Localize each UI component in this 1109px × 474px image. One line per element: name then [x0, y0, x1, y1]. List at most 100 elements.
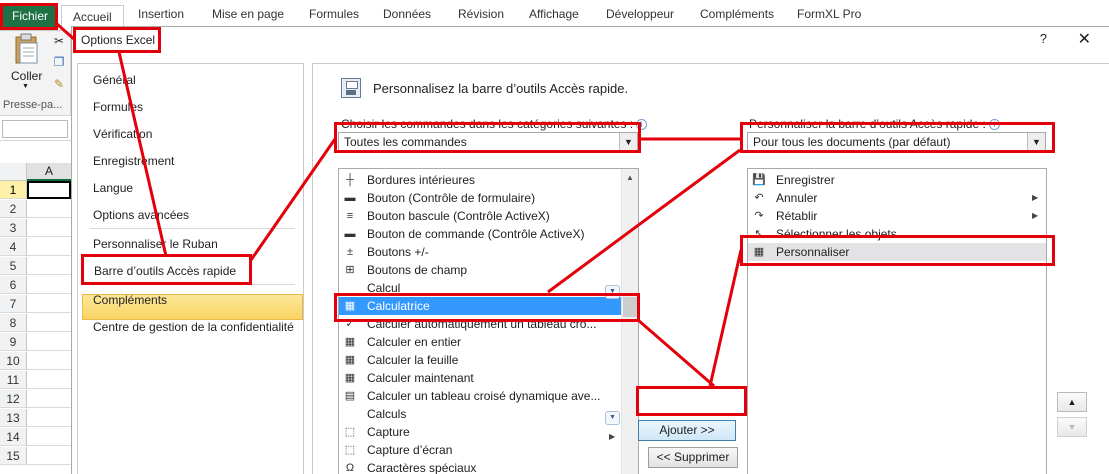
commands-list[interactable]: ┼ Bordures intérieures ▬ Bouton (Contrôle d…	[338, 168, 639, 474]
command-item[interactable]: ⊞ Boutons de champ	[339, 261, 623, 279]
command-item[interactable]: ≡ Bouton bascule (Contrôle ActiveX)	[339, 207, 623, 225]
command-item[interactable]: ⬚ Capture	[339, 423, 623, 441]
row-header[interactable]: 14	[0, 428, 27, 446]
column-header-a[interactable]: A	[27, 163, 71, 181]
command-item[interactable]: ▦ Calculer la feuille	[339, 351, 623, 369]
remove-button[interactable]: << Supprimer	[648, 447, 738, 468]
format-painter-icon[interactable]: ✎	[51, 77, 67, 91]
command-item[interactable]: Calcul	[339, 279, 623, 297]
row-header[interactable]: 2	[0, 200, 27, 218]
tab-developpeur[interactable]: Développeur	[606, 7, 674, 21]
close-icon[interactable]: ✕	[1078, 29, 1091, 49]
tab-mise-en-page[interactable]: Mise en page	[212, 7, 284, 21]
expand-group-icon[interactable]: ▼	[605, 411, 620, 425]
nav-item-langue[interactable]: Langue	[93, 181, 133, 195]
scroll-thumb[interactable]	[623, 297, 637, 317]
chevron-down-icon[interactable]: ▼	[1027, 133, 1045, 152]
tab-revision[interactable]: Révision	[458, 7, 504, 21]
cell[interactable]	[27, 447, 71, 465]
command-item[interactable]: ▦ Calculatrice	[339, 297, 623, 315]
command-item[interactable]: ┼ Bordures intérieures	[339, 171, 623, 189]
paste-button[interactable]: Coller	[11, 69, 42, 83]
nav-item-options-avancees[interactable]: Options avancées	[93, 208, 189, 222]
qat-item[interactable]: ▦ Personnaliser	[748, 243, 1046, 261]
command-item[interactable]: ▦ Calculer maintenant	[339, 369, 623, 387]
cell[interactable]	[27, 409, 71, 427]
tab-donnees[interactable]: Données	[383, 7, 431, 21]
command-item[interactable]: ▬ Bouton de commande (Contrôle ActiveX)	[339, 225, 623, 243]
cell[interactable]	[27, 314, 71, 332]
row-header[interactable]: 6	[0, 276, 27, 294]
nav-item-general[interactable]: Général	[93, 73, 136, 87]
row-header[interactable]: 4	[0, 238, 27, 256]
row-header[interactable]: 8	[0, 314, 27, 332]
row-header[interactable]: 5	[0, 257, 27, 275]
scroll-up-icon[interactable]: ▲	[622, 169, 638, 186]
help-icon[interactable]: ?	[1040, 31, 1047, 46]
chevron-down-icon[interactable]: ▼	[619, 133, 637, 152]
command-item[interactable]: ± Boutons +/-	[339, 243, 623, 261]
row-header[interactable]: 12	[0, 390, 27, 408]
nav-item-personnaliser-ruban[interactable]: Personnaliser le Ruban	[93, 237, 218, 251]
command-item[interactable]: Ω Caractères spéciaux	[339, 459, 623, 474]
name-box[interactable]	[2, 120, 68, 138]
cell[interactable]	[27, 276, 71, 294]
cell[interactable]	[27, 200, 71, 218]
nav-item-formules[interactable]: Formules	[93, 100, 143, 114]
row-header[interactable]: 3	[0, 219, 27, 237]
cell[interactable]	[27, 219, 71, 237]
scissors-icon[interactable]: ✂	[51, 34, 67, 48]
tab-affichage[interactable]: Affichage	[529, 7, 579, 21]
customize-qat-select[interactable]: Pour tous les documents (par défaut) ▼	[747, 132, 1046, 153]
choose-commands-select[interactable]: Toutes les commandes ▼	[338, 132, 638, 153]
chevron-down-icon[interactable]: ▼	[22, 83, 29, 90]
qat-list[interactable]: 💾 Enregistrer ↶ Annuler ↷ Rétablir ↖ Sélectionn…	[747, 168, 1047, 474]
add-button[interactable]: Ajouter >>	[638, 420, 736, 441]
cell[interactable]	[27, 238, 71, 256]
select-all-corner[interactable]	[0, 163, 27, 181]
command-item[interactable]: Calculs	[339, 405, 623, 423]
commands-scrollbar[interactable]: ▲	[621, 169, 638, 474]
cell[interactable]	[27, 295, 71, 313]
expand-group-icon[interactable]: ▼	[605, 285, 620, 299]
tab-fichier[interactable]: Fichier	[3, 5, 57, 27]
cell[interactable]	[27, 333, 71, 351]
command-item[interactable]: ✓ Calculer automatiquement un tableau cro…	[339, 315, 623, 333]
nav-item-barre-acces-rapide[interactable]: Barre d’outils Accès rapide	[94, 264, 236, 278]
nav-item-verification[interactable]: Vérification	[93, 127, 152, 141]
command-item[interactable]: ▤ Calculer un tableau croisé dynamique av…	[339, 387, 623, 405]
row-header[interactable]: 7	[0, 295, 27, 313]
qat-item[interactable]: 💾 Enregistrer	[748, 171, 1046, 189]
cell[interactable]	[27, 390, 71, 408]
paste-icon[interactable]	[13, 33, 39, 65]
copy-icon[interactable]: ❐	[51, 55, 67, 69]
qat-item[interactable]: ↶ Annuler	[748, 189, 1046, 207]
qat-item[interactable]: ↷ Rétablir	[748, 207, 1046, 225]
row-header[interactable]: 11	[0, 371, 27, 389]
qat-item[interactable]: ↖ Sélectionner les objets	[748, 225, 1046, 243]
cell[interactable]	[27, 371, 71, 389]
command-item[interactable]: ⬚ Capture d’écran	[339, 441, 623, 459]
cell[interactable]	[27, 352, 71, 370]
row-header[interactable]: 15	[0, 447, 27, 465]
active-cell[interactable]	[27, 181, 71, 199]
cell[interactable]	[27, 257, 71, 275]
row-header[interactable]: 9	[0, 333, 27, 351]
tab-complements[interactable]: Compléments	[700, 7, 774, 21]
cell[interactable]	[27, 428, 71, 446]
row-header[interactable]: 10	[0, 352, 27, 370]
move-up-button[interactable]: ▲	[1057, 392, 1087, 412]
command-item[interactable]: ▬ Bouton (Contrôle de formulaire)	[339, 189, 623, 207]
tab-formules[interactable]: Formules	[309, 7, 359, 21]
row-header[interactable]: 13	[0, 409, 27, 427]
nav-item-centre-confidentialite[interactable]: Centre de gestion de la confidentialité	[93, 320, 294, 334]
command-item[interactable]: ▦ Calculer en entier	[339, 333, 623, 351]
nav-item-enregistrement[interactable]: Enregistrement	[93, 154, 174, 168]
nav-item-complements[interactable]: Compléments	[93, 293, 167, 307]
command-icon	[343, 407, 357, 421]
row-header[interactable]: 1	[0, 181, 27, 199]
tab-formxl-pro[interactable]: FormXL Pro	[797, 7, 861, 21]
tab-insertion[interactable]: Insertion	[138, 7, 184, 21]
move-down-button[interactable]: ▼	[1057, 417, 1087, 437]
dialog-title: Options Excel	[81, 33, 156, 47]
